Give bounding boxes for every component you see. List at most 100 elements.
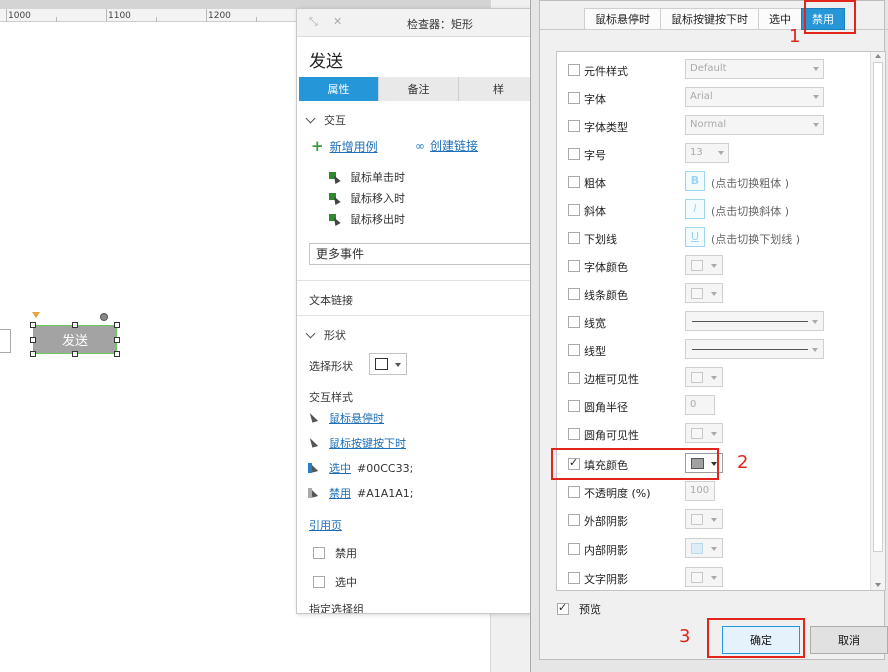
- resize-handle-ne[interactable]: [114, 322, 120, 328]
- style-disabled[interactable]: 禁用 #A1A1A1;: [308, 485, 414, 501]
- tab-properties[interactable]: 属性: [299, 77, 379, 101]
- chevron-down-icon: [711, 292, 717, 296]
- create-link-label: 创建链接: [430, 139, 479, 153]
- prop-checkbox[interactable]: [568, 232, 580, 244]
- style-selected-label: 选中: [329, 462, 351, 475]
- ref-page-link[interactable]: 引用页: [309, 517, 342, 533]
- corner-visibility-picker[interactable]: [685, 423, 723, 443]
- selected-checkbox[interactable]: [313, 576, 325, 588]
- prop-checkbox[interactable]: [568, 428, 580, 440]
- cursor-icon: [311, 437, 322, 450]
- corner-radius-input[interactable]: 0: [685, 395, 715, 415]
- inner-shadow-picker[interactable]: [685, 538, 723, 558]
- prop-checkbox[interactable]: [568, 176, 580, 188]
- preview-checkbox[interactable]: [557, 601, 569, 615]
- inspector-panel: ⤡ ✕ 检查器：矩形 发送 属性 备注 样 交互 + 新增用例 ∞ 创建链接 鼠…: [296, 8, 532, 614]
- scroll-thumb[interactable]: [873, 62, 883, 552]
- canvas-input-widget[interactable]: [0, 329, 11, 353]
- resize-handle-e[interactable]: [114, 337, 120, 343]
- prop-checkbox[interactable]: [568, 514, 580, 526]
- font-color-picker[interactable]: [685, 255, 723, 275]
- prop-checkbox[interactable]: [568, 92, 580, 104]
- font-size-select[interactable]: 13: [685, 143, 729, 163]
- close-icon[interactable]: ✕: [333, 15, 342, 28]
- resize-handle-sw[interactable]: [30, 351, 36, 357]
- event-mouse-enter[interactable]: 鼠标移入时: [329, 190, 405, 206]
- prop-checkbox[interactable]: [568, 316, 580, 328]
- widget-style-select[interactable]: Default: [685, 59, 824, 79]
- disabled-checkbox[interactable]: [313, 547, 325, 559]
- widget-name[interactable]: 发送: [309, 47, 343, 72]
- event-icon: [329, 192, 340, 204]
- prop-checkbox[interactable]: [568, 148, 580, 160]
- ruler-tick: [6, 9, 7, 22]
- prop-checkbox[interactable]: [568, 120, 580, 132]
- shape-picker[interactable]: [369, 353, 407, 375]
- disabled-checkbox-row[interactable]: 禁用: [313, 545, 357, 561]
- plus-icon: +: [311, 137, 324, 155]
- preview-checkbox-row[interactable]: 预览: [557, 601, 601, 617]
- style-selected[interactable]: 选中 #00CC33;: [308, 460, 413, 476]
- event-icon: [329, 171, 340, 183]
- resize-handle-se[interactable]: [114, 351, 120, 357]
- prop-checkbox[interactable]: [568, 204, 580, 216]
- prop-row-underline: 下划线 U (点击切换下划线 ): [557, 224, 869, 252]
- prop-checkbox[interactable]: [568, 400, 580, 412]
- scroll-down-icon[interactable]: [875, 583, 881, 587]
- cancel-button[interactable]: 取消: [810, 626, 888, 654]
- scroll-up-icon[interactable]: [875, 54, 881, 58]
- line-width-select[interactable]: [685, 311, 824, 331]
- event-label: 鼠标移入时: [350, 192, 405, 205]
- tab-mousedown[interactable]: 鼠标按键按下时: [660, 8, 758, 30]
- selected-checkbox-row[interactable]: 选中: [313, 574, 357, 590]
- resize-handle-w[interactable]: [30, 337, 36, 343]
- vertical-scrollbar[interactable]: [870, 52, 885, 590]
- prop-checkbox[interactable]: [568, 572, 580, 584]
- text-shadow-picker[interactable]: [685, 567, 723, 587]
- tab-hover[interactable]: 鼠标悬停时: [584, 8, 660, 30]
- event-mouse-leave[interactable]: 鼠标移出时: [329, 211, 405, 227]
- anchor-triangle-icon[interactable]: [32, 312, 40, 318]
- style-hover[interactable]: 鼠标悬停时: [311, 410, 390, 426]
- line-color-picker[interactable]: [685, 283, 723, 303]
- rotate-handle-icon[interactable]: [100, 313, 108, 321]
- add-case-button[interactable]: + 新增用例: [311, 137, 378, 155]
- resize-handle-n[interactable]: [72, 322, 78, 328]
- font-select[interactable]: Arial: [685, 87, 824, 107]
- collapse-icon[interactable]: ⤡: [309, 15, 318, 29]
- prop-label: 文字阴影: [584, 573, 628, 586]
- interaction-section-header[interactable]: 交互: [305, 112, 346, 128]
- font-type-select[interactable]: Normal: [685, 115, 824, 135]
- select-shape-label: 选择形状: [309, 358, 353, 374]
- inspector-tabs: 属性 备注 样: [299, 77, 531, 101]
- prop-checkbox[interactable]: [568, 288, 580, 300]
- text-link-section[interactable]: 文本链接: [309, 292, 353, 308]
- prop-checkbox[interactable]: [568, 486, 580, 498]
- prop-checkbox[interactable]: [568, 344, 580, 356]
- resize-handle-s[interactable]: [72, 351, 78, 357]
- prop-checkbox[interactable]: [568, 543, 580, 555]
- event-click[interactable]: 鼠标单击时: [329, 169, 405, 185]
- underline-toggle[interactable]: U: [685, 227, 705, 247]
- border-visibility-picker[interactable]: [685, 367, 723, 387]
- selection-group-text: 指定选择组: [309, 603, 364, 614]
- italic-toggle[interactable]: I: [685, 199, 705, 219]
- prop-label: 字体: [584, 93, 606, 106]
- prop-checkbox[interactable]: [568, 64, 580, 76]
- bold-toggle[interactable]: B: [685, 171, 705, 191]
- style-mousedown[interactable]: 鼠标按键按下时: [311, 435, 412, 451]
- prop-checkbox[interactable]: [568, 372, 580, 384]
- annotation-number: 3: [679, 626, 691, 647]
- outer-shadow-picker[interactable]: [685, 509, 723, 529]
- prop-checkbox[interactable]: [568, 260, 580, 272]
- more-events-select[interactable]: 更多事件: [309, 243, 531, 265]
- prop-label: 字体颜色: [584, 261, 628, 274]
- line-style-select[interactable]: [685, 339, 824, 359]
- shape-section-header[interactable]: 形状: [305, 327, 346, 343]
- tab-notes[interactable]: 备注: [379, 77, 459, 101]
- create-link-button[interactable]: ∞ 创建链接: [415, 137, 478, 154]
- resize-handle-nw[interactable]: [30, 322, 36, 328]
- chevron-down-icon: [711, 518, 717, 522]
- opacity-input[interactable]: 100: [685, 481, 715, 501]
- tab-style[interactable]: 样: [459, 77, 531, 101]
